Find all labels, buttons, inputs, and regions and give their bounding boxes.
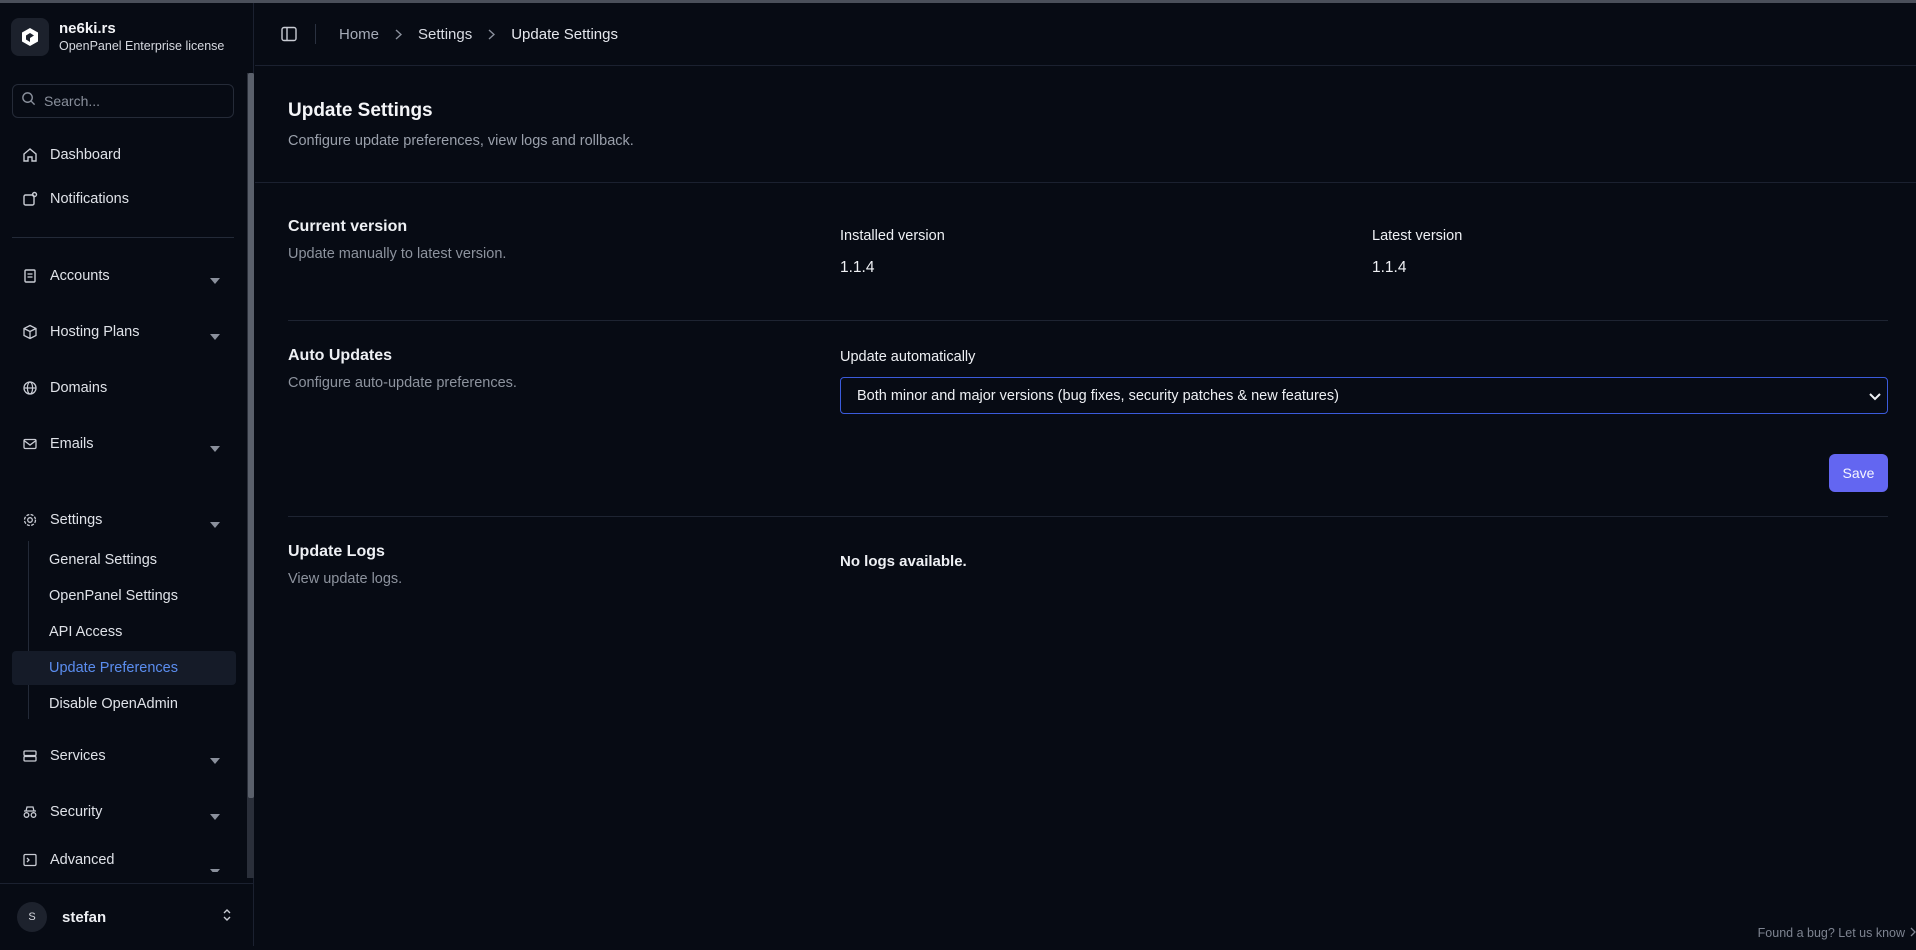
chevron-down-icon [210,516,220,532]
user-name: stefan [62,908,107,926]
page-description: Configure update preferences, view logs … [288,133,634,149]
page-header: Update Settings Configure update prefere… [255,66,1916,183]
auto-updates-title: Auto Updates [288,347,392,364]
update-logs-title: Update Logs [288,543,385,560]
terminal-icon [22,852,38,868]
chevron-down-icon [210,808,220,824]
globe-icon [22,380,38,396]
no-logs-message: No logs available. [840,553,967,570]
auto-update-selected-value: Both minor and major versions (bug fixes… [857,387,1339,404]
nav-advanced[interactable]: Advanced [12,852,234,872]
chevron-right-icon [488,28,496,40]
report-bug-link[interactable]: Found a bug? Let us know [1758,926,1916,940]
license-label: OpenPanel Enterprise license [59,39,225,53]
notification-icon [22,191,38,207]
nav-label: Domains [50,380,108,396]
nav-notifications[interactable]: Notifications [12,181,234,217]
server-icon [22,748,38,764]
current-version-title: Current version [288,218,408,235]
nav-services[interactable]: Services [12,738,234,774]
latest-version-value: 1.1.4 [1372,259,1407,276]
chevron-down-icon [210,863,220,872]
brand-name: ne6ki.rs [59,20,116,37]
home-icon [22,147,38,163]
sidebar-item-general-settings[interactable]: General Settings [40,543,234,577]
sidebar-divider [12,237,234,238]
report-bug-label: Found a bug? Let us know [1757,926,1905,940]
package-icon [22,324,38,340]
installed-version-label: Installed version [840,228,945,244]
nav-label: Dashboard [50,147,121,163]
nav-settings[interactable]: Settings [12,502,234,538]
chevron-down-icon [210,440,220,456]
topbar-separator [315,24,316,44]
auto-update-select[interactable]: Both minor and major versions (bug fixes… [840,377,1888,414]
section-divider [288,516,1888,517]
brand[interactable]: ne6ki.rs OpenPanel Enterprise license [11,18,224,56]
update-automatically-label: Update automatically [840,349,976,365]
nav-accounts[interactable]: Accounts [12,258,234,294]
breadcrumb-current: Update Settings [511,25,618,43]
nav-label: Settings [50,512,103,528]
breadcrumb-settings[interactable]: Settings [418,26,472,43]
chevron-down-icon [210,272,220,288]
subnav-guide [28,541,29,719]
section-divider [288,320,1888,321]
nav-label: Security [50,804,103,820]
topbar: Home Settings Update Settings [255,3,1916,66]
nav-label: Emails [50,436,94,452]
sidebar-item-update-preferences[interactable]: Update Preferences [12,651,236,685]
search-box[interactable] [12,84,234,118]
gear-icon [22,512,38,528]
chevron-right-icon [395,28,403,40]
breadcrumb: Home Settings Update Settings [339,26,618,43]
nav-label: Services [50,748,106,764]
latest-version-label: Latest version [1372,228,1463,244]
breadcrumb-home[interactable]: Home [339,26,379,43]
sidebar-item-disable-openadmin[interactable]: Disable OpenAdmin [40,687,234,721]
mail-icon [22,436,38,452]
search-input[interactable] [42,92,226,110]
chevron-down-icon [210,328,220,344]
nav-security[interactable]: Security [12,794,234,830]
spy-icon [22,804,38,820]
sidebar-toggle-icon[interactable] [279,24,299,44]
openpanel-logo-icon [11,18,49,56]
auto-updates-description: Configure auto-update preferences. [288,375,517,391]
chevrons-up-down-icon [222,908,232,927]
avatar: S [17,902,47,932]
nav-label: Notifications [50,191,129,207]
page-title: Update Settings [288,100,433,121]
nav-label: Hosting Plans [50,324,140,340]
chevron-down-icon [210,752,220,768]
accounts-icon [22,268,38,284]
sidebar-item-api-access[interactable]: API Access [40,615,234,649]
search-icon [21,91,36,111]
chevron-right-icon [1910,926,1916,940]
current-version-description: Update manually to latest version. [288,246,507,262]
nav-dashboard[interactable]: Dashboard [12,137,234,173]
nav-label: Advanced [50,852,115,868]
update-logs-description: View update logs. [288,571,403,587]
sidebar-scrollbar-thumb[interactable] [248,73,254,798]
nav-hosting-plans[interactable]: Hosting Plans [12,314,234,350]
chevron-down-icon [1869,389,1881,405]
installed-version-value: 1.1.4 [840,259,875,276]
sidebar: ne6ki.rs OpenPanel Enterprise license Da… [0,3,254,946]
nav-label: Accounts [50,268,110,284]
nav-domains[interactable]: Domains [12,370,234,406]
sidebar-item-openpanel-settings[interactable]: OpenPanel Settings [40,579,234,613]
save-button[interactable]: Save [1829,454,1888,492]
nav-emails[interactable]: Emails [12,426,234,462]
user-menu[interactable]: S stefan [0,883,253,950]
